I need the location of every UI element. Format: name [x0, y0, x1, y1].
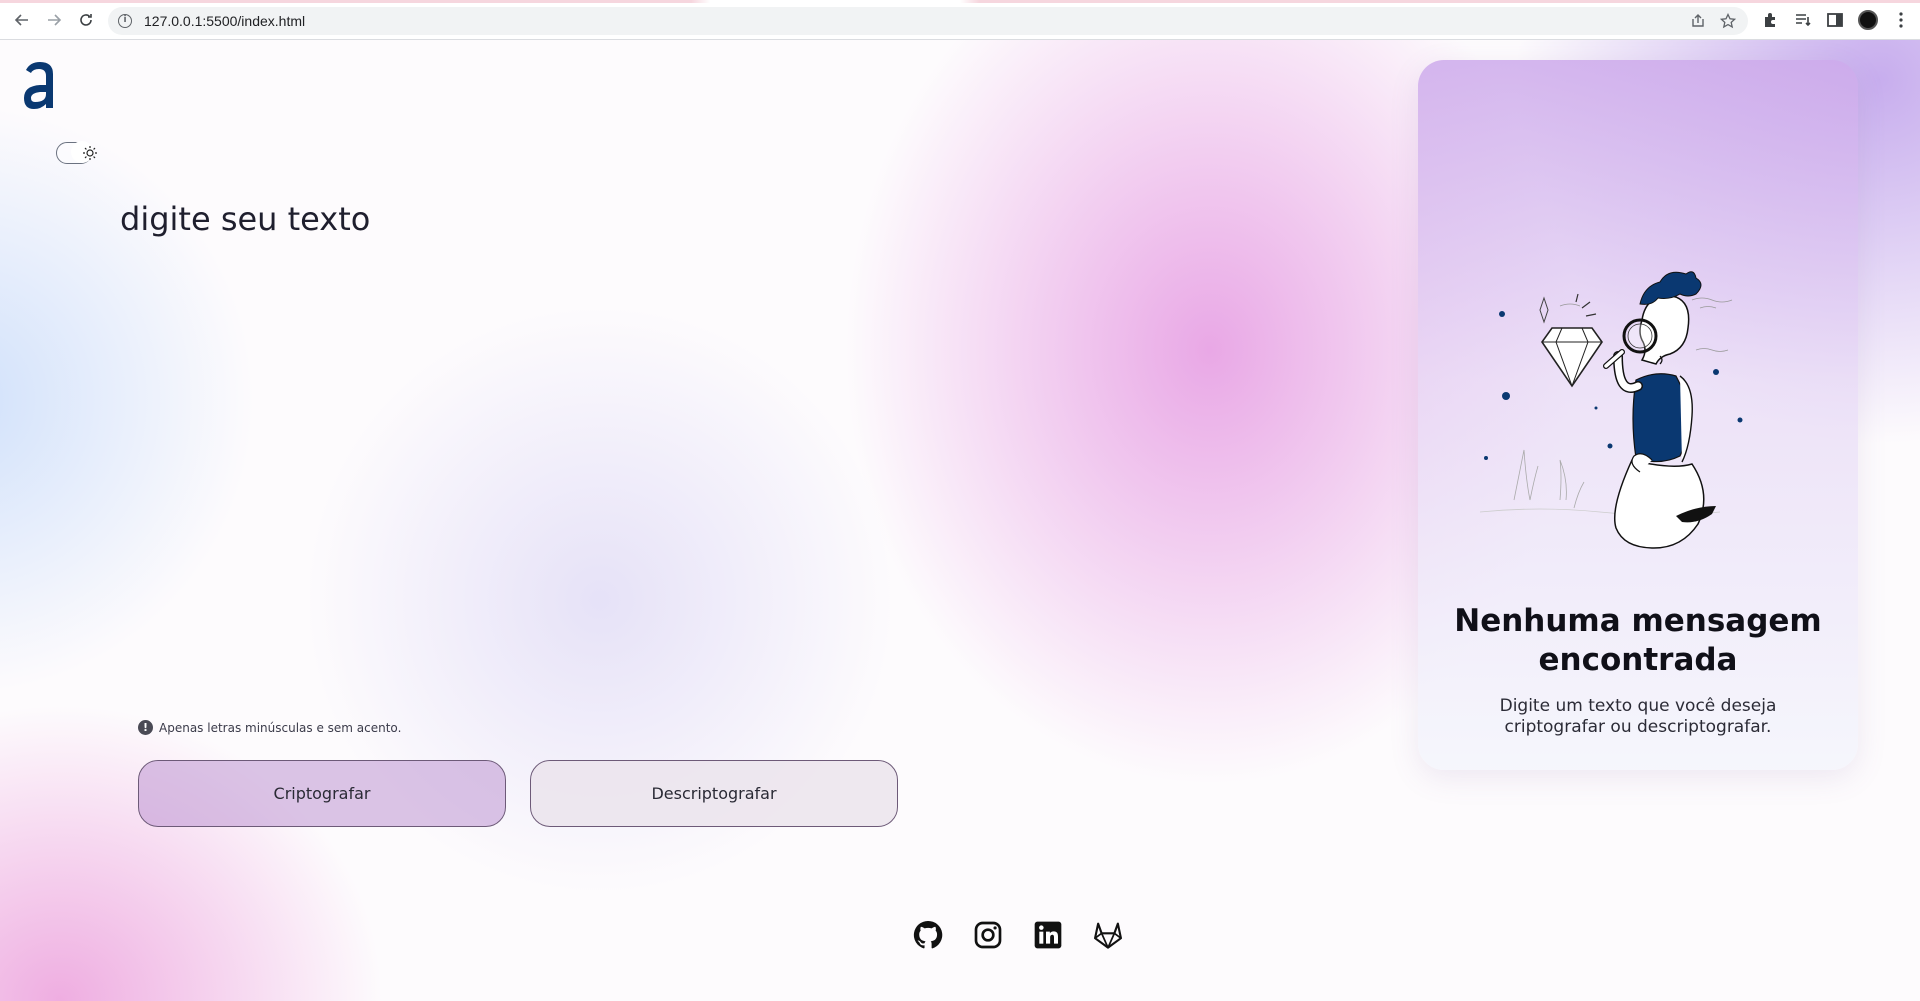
input-hint: ! Apenas letras minúsculas e sem acento.	[138, 720, 401, 735]
empty-state-subtitle: Digite um texto que você deseja criptogr…	[1499, 696, 1777, 737]
reading-list-icon[interactable]	[1794, 11, 1812, 29]
github-link[interactable]	[912, 919, 944, 951]
search-illustration	[1479, 271, 1743, 549]
arrow-left-icon	[14, 13, 28, 26]
more-vertical-icon[interactable]	[1892, 11, 1910, 29]
instagram-icon	[974, 921, 1002, 949]
reload-button[interactable]	[70, 4, 102, 36]
reload-icon	[80, 13, 92, 26]
instagram-link[interactable]	[972, 919, 1004, 951]
side-panel-icon[interactable]	[1826, 11, 1844, 29]
app-page: ! Apenas letras minúsculas e sem acento.…	[0, 40, 1920, 1001]
url-text[interactable]: 127.0.0.1:5500/index.html	[144, 13, 305, 29]
social-links	[912, 919, 1124, 951]
gitlab-icon	[1094, 922, 1122, 949]
github-icon	[913, 920, 943, 949]
message-input[interactable]	[120, 200, 1300, 720]
brand-logo	[24, 62, 53, 109]
hint-text: Apenas letras minúsculas e sem acento.	[159, 720, 402, 735]
address-bar[interactable]: i 127.0.0.1:5500/index.html	[108, 7, 1748, 35]
output-panel: Nenhuma mensagem encontrada Digite um te…	[1418, 60, 1858, 770]
linkedin-icon	[1034, 921, 1062, 949]
gitlab-link[interactable]	[1092, 919, 1124, 951]
alert-icon: !	[138, 720, 153, 735]
tab-strip	[0, 0, 1920, 3]
encrypt-button[interactable]: Criptografar	[138, 760, 506, 827]
linkedin-link[interactable]	[1032, 919, 1064, 951]
arrow-right-icon	[48, 13, 62, 26]
sun-icon	[83, 146, 97, 160]
profile-avatar[interactable]	[1858, 10, 1878, 30]
star-icon[interactable]	[1720, 13, 1736, 29]
share-icon[interactable]	[1690, 13, 1706, 29]
empty-state-title: Nenhuma mensagem encontrada	[1454, 603, 1822, 678]
theme-toggle-group	[56, 141, 98, 164]
decrypt-button[interactable]: Descriptografar	[530, 760, 898, 827]
forward-button[interactable]	[38, 4, 70, 36]
browser-toolbar: i 127.0.0.1:5500/index.html	[0, 0, 1920, 40]
extensions-icon[interactable]	[1762, 11, 1780, 29]
site-info-icon[interactable]: i	[118, 14, 132, 28]
back-button[interactable]	[6, 4, 38, 36]
